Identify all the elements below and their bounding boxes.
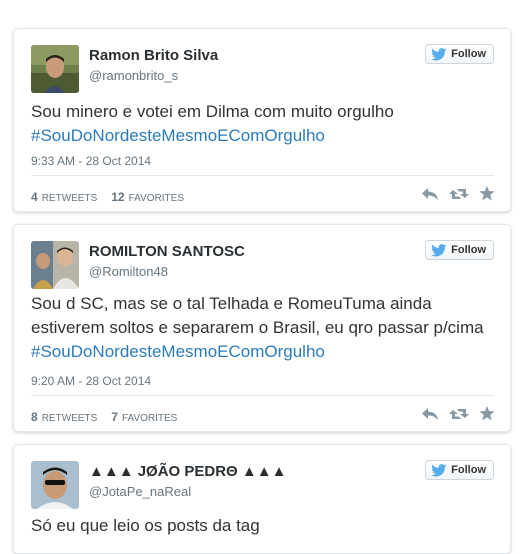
user-handle[interactable]: @JotaPe_naReal (89, 484, 191, 499)
retweet-count[interactable]: 8 (31, 410, 38, 424)
tweet-timestamp[interactable]: 9:20 AM - 28 Oct 2014 (31, 374, 151, 388)
retweet-count-label: RETWEETS (41, 193, 98, 204)
tweet-card: ▲▲▲ JØÃO PΕDRΘ ▲▲▲ @JotaPe_naReal Follow… (13, 444, 511, 554)
tweet-actions (421, 406, 495, 421)
retweet-icon[interactable] (449, 407, 469, 421)
follow-button[interactable]: Follow (425, 240, 494, 260)
tweet-text: Sou d SC, mas se o tal Telhada e RomeuTu… (31, 292, 494, 364)
favorite-star-icon[interactable] (479, 406, 495, 421)
reply-icon[interactable] (421, 407, 439, 421)
tweet-timestamp[interactable]: 9:33 AM - 28 Oct 2014 (31, 154, 151, 168)
twitter-bird-icon (431, 463, 447, 476)
twitter-bird-icon (431, 47, 447, 60)
hashtag-link[interactable]: #SouDoNordesteMesmoECom​Orgulho (31, 126, 325, 145)
display-name[interactable]: ▲▲▲ JØÃO PΕDRΘ ▲▲▲ (89, 463, 286, 480)
favorite-count[interactable]: 7 (111, 410, 118, 424)
hashtag-link[interactable]: #SouDoNordesteMesmoECom​Orgulho (31, 342, 325, 361)
divider (31, 175, 494, 176)
retweet-count[interactable]: 4 (31, 190, 38, 204)
follow-label: Follow (451, 48, 486, 60)
tweet-text: Só eu que leio os posts da tag (31, 514, 494, 538)
favorite-star-icon[interactable] (479, 186, 495, 201)
follow-label: Follow (451, 464, 486, 476)
follow-button[interactable]: Follow (425, 460, 494, 480)
avatar[interactable] (31, 241, 79, 289)
tweet-stats: 4 RETWEETS 12 FAVORITES (31, 190, 184, 204)
tweet-actions (421, 186, 495, 201)
tweet-body: Sou minero e votei em Dilma com muito or… (31, 102, 394, 121)
user-handle[interactable]: @Romilton48 (89, 264, 168, 279)
avatar[interactable] (31, 461, 79, 509)
tweet-card: Ramon Brito Silva @ramonbrito_s Follow S… (13, 28, 511, 212)
follow-label: Follow (451, 244, 486, 256)
reply-icon[interactable] (421, 187, 439, 201)
retweet-icon[interactable] (449, 187, 469, 201)
tweet-card: ROMILTON SANTOSC @Romilton48 Follow Sou … (13, 224, 511, 432)
user-handle[interactable]: @ramonbrito_s (89, 68, 178, 83)
divider (31, 395, 494, 396)
tweet-text: Sou minero e votei em Dilma com muito or… (31, 100, 494, 148)
twitter-bird-icon (431, 243, 447, 256)
follow-button[interactable]: Follow (425, 44, 494, 64)
tweet-body: Sou d SC, mas se o tal Telhada e RomeuTu… (31, 294, 484, 337)
favorite-count-label: FAVORITES (128, 193, 184, 204)
retweet-count-label: RETWEETS (41, 413, 98, 424)
display-name[interactable]: Ramon Brito Silva (89, 47, 218, 64)
avatar[interactable] (31, 45, 79, 93)
tweet-stats: 8 RETWEETS 7 FAVORITES (31, 410, 177, 424)
favorite-count[interactable]: 12 (111, 190, 124, 204)
favorite-count-label: FAVORITES (121, 413, 178, 424)
display-name[interactable]: ROMILTON SANTOSC (89, 243, 245, 260)
tweet-body: Só eu que leio os posts da tag (31, 516, 260, 535)
